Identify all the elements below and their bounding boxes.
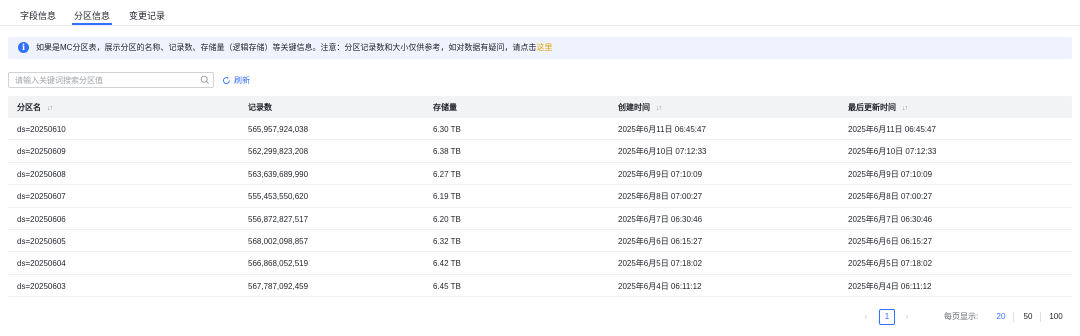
cell-updated: 2025年6月7日 06:30:46 <box>848 214 933 224</box>
column-header-records: 记录数 <box>248 102 272 113</box>
column-header-storage: 存储量 <box>433 102 457 113</box>
sort-icon[interactable]: ↓↑ <box>902 103 908 114</box>
partition-search <box>8 72 214 88</box>
column-header-created[interactable]: 创建时间 ↓↑ <box>618 102 662 114</box>
cell-partition: ds=20250610 <box>17 125 66 134</box>
notice-message: 如果是MC分区表，展示分区的名称、记录数、存储量（逻辑存储）等关键信息。注意：分… <box>36 43 537 52</box>
info-notice: i 如果是MC分区表，展示分区的名称、记录数、存储量（逻辑存储）等关键信息。注意… <box>8 37 1072 59</box>
cell-partition: ds=20250605 <box>17 236 66 246</box>
refresh-icon <box>222 76 230 84</box>
info-icon: i <box>18 42 29 53</box>
cell-records: 562,299,823,208 <box>248 147 309 157</box>
cell-partition: ds=20250604 <box>17 259 66 269</box>
partition-table: 分区名 ↓↑ 记录数 存储量 创建时间 ↓↑ 最后更新时间 ↓↑ ds=2025061… <box>8 96 1072 298</box>
sort-icon[interactable]: ↓↑ <box>47 103 53 114</box>
search-icon[interactable] <box>200 75 210 85</box>
cell-updated: 2025年6月9日 07:10:09 <box>848 169 933 179</box>
tab-change-log[interactable]: 变更记录 <box>129 10 165 22</box>
active-tab-indicator <box>72 23 112 25</box>
search-input[interactable] <box>15 74 195 86</box>
page-button-current[interactable]: 1 <box>879 309 895 325</box>
cell-records: 565,957,924,038 <box>248 125 309 134</box>
cell-created: 2025年6月8日 07:00:27 <box>618 192 703 202</box>
cell-storage: 6.20 TB <box>433 214 461 224</box>
divider <box>1040 312 1041 322</box>
cell-storage: 6.42 TB <box>433 259 461 269</box>
cell-created: 2025年6月11日 06:45:47 <box>618 125 706 134</box>
cell-updated: 2025年6月6日 06:15:27 <box>848 236 933 246</box>
column-label: 存储量 <box>433 103 457 112</box>
cell-updated: 2025年6月4日 06:11:12 <box>848 281 932 291</box>
cell-updated: 2025年6月8日 07:00:27 <box>848 192 933 202</box>
cell-storage: 6.30 TB <box>433 125 461 134</box>
cell-storage: 6.19 TB <box>433 192 461 202</box>
table-row: ds=20250605 568,002,098,857 6.32 TB 2025… <box>8 230 1072 253</box>
cell-created: 2025年6月10日 07:12:33 <box>618 147 707 157</box>
notice-link[interactable]: 这里 <box>536 43 552 52</box>
page-size-option-20[interactable]: 20 <box>994 311 1008 323</box>
divider <box>1013 312 1014 322</box>
cell-storage: 6.45 TB <box>433 281 461 291</box>
next-page-button[interactable]: › <box>899 309 915 325</box>
page-size-option-100[interactable]: 100 <box>1047 311 1065 323</box>
cell-partition: ds=20250607 <box>17 192 66 202</box>
table-row: ds=20250608 563,639,689,990 6.27 TB 2025… <box>8 163 1072 186</box>
cell-partition: ds=20250609 <box>17 147 66 157</box>
tab-partition-info[interactable]: 分区信息 <box>74 10 110 22</box>
column-label: 分区名 <box>17 103 41 112</box>
column-label: 最后更新时间 <box>848 103 896 112</box>
sort-icon[interactable]: ↓↑ <box>656 103 662 114</box>
cell-created: 2025年6月4日 06:11:12 <box>618 281 702 291</box>
table-row: ds=20250607 555,453,550,620 6.19 TB 2025… <box>8 185 1072 208</box>
table-row: ds=20250603 567,787,092,459 6.45 TB 2025… <box>8 275 1072 298</box>
cell-partition: ds=20250606 <box>17 214 66 224</box>
refresh-label: 刷新 <box>234 75 250 85</box>
table-row: ds=20250610 565,957,924,038 6.30 TB 2025… <box>8 118 1072 141</box>
page-size-label: 每页显示: <box>944 312 979 321</box>
table-header: 分区名 ↓↑ 记录数 存储量 创建时间 ↓↑ 最后更新时间 ↓↑ <box>8 96 1072 118</box>
column-label: 记录数 <box>248 103 272 112</box>
cell-updated: 2025年6月5日 07:18:02 <box>848 259 933 269</box>
prev-page-button[interactable]: ‹ <box>858 309 874 325</box>
cell-partition: ds=20250603 <box>17 281 66 291</box>
cell-records: 555,453,550,620 <box>248 192 309 202</box>
cell-storage: 6.32 TB <box>433 236 461 246</box>
cell-storage: 6.27 TB <box>433 169 461 179</box>
tab-bar: 字段信息 分区信息 变更记录 <box>0 0 1080 26</box>
cell-records: 556,872,827,517 <box>248 214 309 224</box>
cell-records: 563,639,689,990 <box>248 169 309 179</box>
column-header-partition[interactable]: 分区名 ↓↑ <box>17 102 53 114</box>
table-row: ds=20250609 562,299,823,208 6.38 TB 2025… <box>8 140 1072 163</box>
notice-text: 如果是MC分区表，展示分区的名称、记录数、存储量（逻辑存储）等关键信息。注意：分… <box>36 42 552 54</box>
cell-created: 2025年6月9日 07:10:09 <box>618 169 703 179</box>
cell-created: 2025年6月7日 06:30:46 <box>618 214 703 224</box>
cell-updated: 2025年6月10日 07:12:33 <box>848 147 937 157</box>
table-row: ds=20250606 556,872,827,517 6.20 TB 2025… <box>8 208 1072 230</box>
column-label: 创建时间 <box>618 103 650 112</box>
cell-records: 566,868,052,519 <box>248 259 309 269</box>
column-header-updated[interactable]: 最后更新时间 ↓↑ <box>848 102 908 114</box>
cell-partition: ds=20250608 <box>17 169 66 179</box>
cell-records: 568,002,098,857 <box>248 236 309 246</box>
table-row: ds=20250604 566,868,052,519 6.42 TB 2025… <box>8 252 1072 275</box>
cell-records: 567,787,092,459 <box>248 281 309 291</box>
cell-created: 2025年6月5日 07:18:02 <box>618 259 703 269</box>
cell-updated: 2025年6月11日 06:45:47 <box>848 125 936 134</box>
tab-field-info[interactable]: 字段信息 <box>20 10 56 22</box>
refresh-button[interactable]: 刷新 <box>222 74 250 86</box>
page-size-option-50[interactable]: 50 <box>1021 311 1035 323</box>
cell-created: 2025年6月6日 06:15:27 <box>618 236 703 246</box>
cell-storage: 6.38 TB <box>433 147 461 157</box>
